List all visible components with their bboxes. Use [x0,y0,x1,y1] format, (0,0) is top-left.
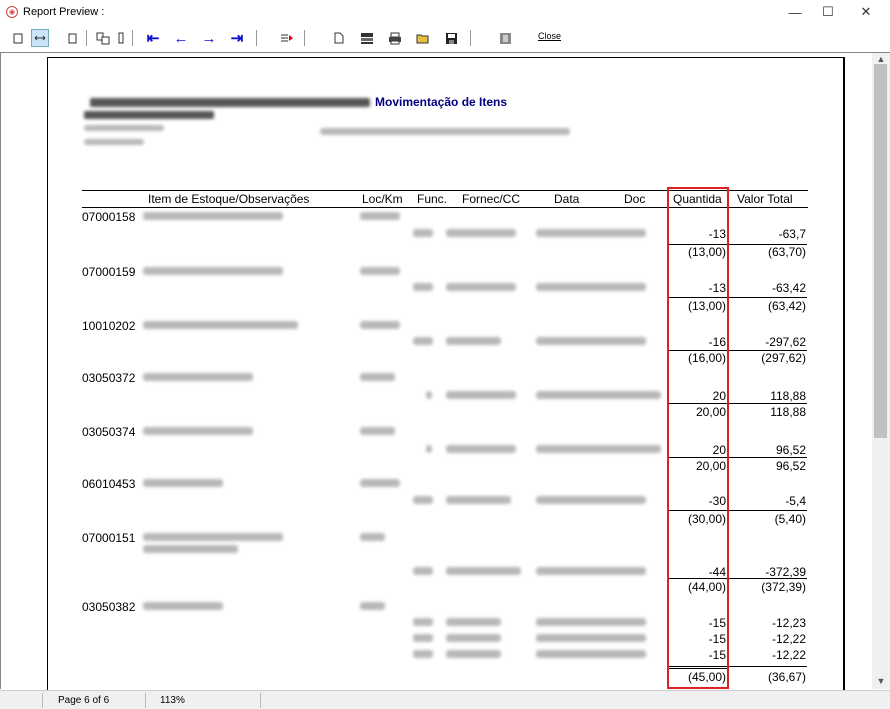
app-icon: ◉ [6,6,18,18]
item-code: 06010453 [82,477,136,491]
item-value: -12,22 [771,648,806,662]
multi-page-icon[interactable] [94,29,112,47]
company-subtitle [84,111,214,119]
item-code: 07000158 [82,210,136,224]
save-icon[interactable] [442,29,460,47]
item-code: 07000159 [82,265,136,279]
item-code: 03050382 [82,600,136,614]
zoom-icon[interactable] [496,29,514,47]
item-value: -63,42 [771,281,806,295]
subtotal-value: 96,52 [775,459,806,473]
subtotal-value: (372,39) [761,580,806,594]
item-code: 03050372 [82,371,136,385]
first-page-icon[interactable]: ⇤ [144,29,162,47]
report-meta-2 [84,139,144,145]
item-code: 03050374 [82,425,136,439]
col-fornec: Fornec/CC [462,192,521,206]
col-func: Func. [417,192,448,206]
last-page-icon[interactable]: ⇥ [228,29,246,47]
single-page-icon[interactable] [9,29,27,47]
item-value: -63,7 [778,227,806,241]
scroll-down-icon[interactable]: ▼ [873,676,889,686]
item-value: -372,39 [765,565,806,579]
new-page-icon[interactable] [330,29,348,47]
two-page-icon[interactable] [63,29,81,47]
item-value: -5,4 [785,494,806,508]
open-folder-icon[interactable] [414,29,432,47]
subtotal-value: (63,70) [767,245,806,259]
close-window-button[interactable]: ✕ [849,0,883,24]
close-button[interactable]: Close [538,31,561,41]
minimize-button[interactable]: — [778,0,812,24]
col-loc: Loc/Km [362,192,403,206]
item-code: 07000151 [82,531,136,545]
subtotal-value: 118,88 [770,405,806,419]
previous-page-icon[interactable]: ← [172,29,190,47]
window-title: Report Preview : [23,6,105,18]
page-indicator: Page 6 of 6 [58,695,110,706]
maximize-button[interactable]: ☐ [811,0,845,24]
scroll-thumb[interactable] [874,64,887,438]
item-value: 96,52 [775,443,806,457]
col-doc: Doc [624,192,646,206]
col-data: Data [554,192,580,206]
subtotal-value: (5,40) [774,512,806,526]
company-name [90,98,370,107]
goto-page-icon[interactable] [278,29,296,47]
export-icon[interactable] [358,29,376,47]
item-value: -297,62 [765,335,806,349]
title-bar: ◉ Report Preview : [0,0,890,24]
item-value: -12,22 [771,632,806,646]
report-title: Movimentação de Itens [375,95,508,109]
col-value: Valor Total [737,192,793,206]
status-bar: Page 6 of 6 113% [0,690,890,709]
zoom-level: 113% [160,695,185,706]
subtotal-value: (63,42) [767,299,806,313]
col-item: Item de Estoque/Observações [148,192,310,206]
scroll-up-icon[interactable]: ▲ [873,54,889,64]
subtotal-value: (297,62) [761,351,806,365]
page-width-icon[interactable] [112,29,130,47]
fit-width-icon[interactable] [31,29,49,47]
subtotal-value: (36,67) [767,670,806,684]
report-period [320,128,570,135]
next-page-icon[interactable]: → [200,29,218,47]
quantity-highlight [667,187,729,689]
item-value: -12,23 [771,616,806,630]
item-value: 118,88 [770,389,806,403]
report-meta [84,125,164,131]
print-icon[interactable] [386,29,404,47]
item-code: 10010202 [82,319,136,333]
